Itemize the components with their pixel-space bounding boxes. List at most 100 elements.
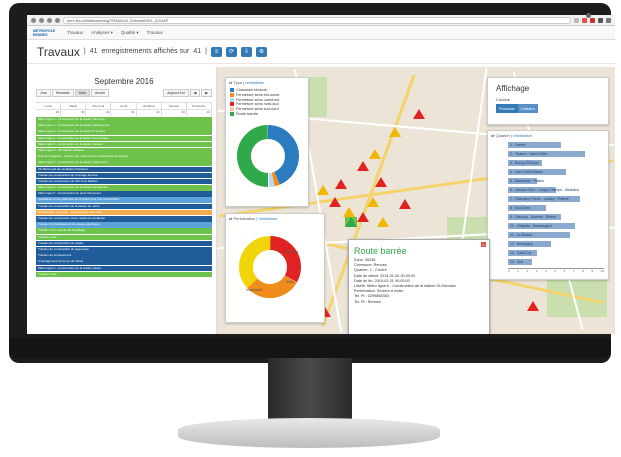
calendar-event[interactable]: Travaux de construction de l'ouvrage ann… — [36, 172, 212, 179]
panel-title: Perturbation — [233, 216, 256, 221]
calendar-event[interactable]: Aménagement de la rue de l'Alma — [36, 259, 212, 265]
quartier-bar[interactable]: 8 - Sud-Gare — [492, 205, 604, 213]
date-cell[interactable]: 30 — [61, 110, 87, 116]
download-button[interactable]: ⇩ — [240, 46, 252, 57]
quartier-bar[interactable]: 1 - Centre — [492, 142, 604, 150]
popup-line: Tel. Pr.: Rennes — [354, 299, 381, 304]
calendar-event[interactable]: Métro ligne b - Construction de la stati… — [36, 129, 212, 135]
calendar-event[interactable]: Travaux voirie — [36, 234, 212, 241]
calendar-event[interactable]: Métro ligne b - Construction de la stati… — [36, 117, 212, 123]
date-cell[interactable]: 01 — [111, 110, 137, 116]
reset-link[interactable]: réinitialiser — [259, 216, 278, 221]
calendar-event[interactable]: ZC Métro puit de ventilation Duhamel — [36, 166, 212, 173]
warning-pin-icon[interactable] — [413, 109, 425, 119]
nav-item[interactable]: Travaux — [67, 30, 83, 35]
quartier-bar[interactable]: 3 - Bourg-l'Évêque — [492, 160, 604, 168]
next-icon[interactable]: ▶ — [201, 89, 212, 97]
calendar-event[interactable]: Travaux de construction de logements — [36, 246, 212, 253]
date-cell[interactable]: 02 — [137, 110, 162, 116]
calendar-event[interactable]: Travaux de construction du PSI Gros Malh… — [36, 178, 212, 185]
date-cell[interactable]: 29 — [36, 110, 62, 116]
list-button[interactable]: ≡ — [210, 46, 222, 57]
quartier-bar[interactable]: 7 - Francisco Ferrer - Landry - Poterie — [492, 196, 604, 204]
perturbation-donut-chart[interactable]: moyenne importante faible — [226, 223, 326, 318]
nav-item[interactable]: Qualité ▾ — [121, 30, 139, 36]
view-day-button[interactable]: Jour — [36, 89, 51, 97]
reset-link[interactable]: réinitialiser — [513, 133, 532, 138]
date-cell[interactable]: 04 — [187, 110, 212, 116]
refresh-button[interactable]: ⟳ — [225, 46, 237, 57]
date-cell[interactable]: 03 — [162, 110, 187, 116]
star-icon[interactable] — [574, 17, 579, 23]
bar-label: 5 - Maurepas - Patton — [510, 179, 544, 183]
nav-item[interactable]: Travaux — [147, 30, 163, 35]
route-barree-pin-icon[interactable] — [345, 217, 357, 227]
calendar-event[interactable]: Travaux sur le réseau de chauffage — [36, 228, 212, 234]
lineaire-button[interactable]: Linéaire — [517, 104, 538, 113]
quartier-bar[interactable]: 9 - Cleunay - Arsenal - Redon — [492, 214, 604, 222]
extension-icon[interactable] — [582, 17, 587, 23]
reset-link[interactable]: réinitialiser — [245, 80, 264, 85]
extension-icon[interactable] — [590, 17, 595, 23]
extension-icon[interactable] — [598, 17, 603, 23]
reload-icon[interactable] — [47, 17, 52, 23]
warning-pin-icon[interactable] — [357, 161, 369, 171]
calendar-event[interactable]: Métro ligne b - Construction de la stati… — [36, 265, 212, 272]
ponctuel-button[interactable]: Ponctuel — [496, 104, 518, 113]
panel-title: Quartier — [495, 133, 510, 138]
calendar-event[interactable]: Rue de Fougères - Travaux de voirie pour… — [36, 154, 212, 160]
calendar-event[interactable]: Métro ligne b - Construction de la stati… — [36, 123, 212, 129]
warning-pin-icon[interactable] — [329, 197, 341, 207]
quartier-bar[interactable]: 4 - Nord-Saint-Martin — [492, 169, 604, 177]
prev-icon[interactable]: ◀ — [189, 89, 201, 97]
add-button[interactable]: ⊕ — [255, 46, 267, 57]
calendar-event[interactable]: Métro ligne b - ZC Station Atalante — [36, 147, 212, 154]
quartier-bar[interactable]: 5 - Maurepas - Patton — [492, 178, 604, 186]
warning-pin-icon[interactable] — [367, 197, 379, 207]
warning-pin-icon[interactable] — [343, 207, 355, 217]
type-donut-chart[interactable] — [226, 118, 310, 198]
home-icon[interactable] — [55, 17, 60, 23]
calendar-event[interactable]: Travaux de construction d'une résidence … — [36, 216, 212, 222]
back-icon[interactable] — [31, 17, 36, 23]
quartier-bar[interactable]: 11 - Le Blosne — [492, 232, 604, 240]
warning-pin-icon[interactable] — [389, 127, 401, 137]
view-year-button[interactable]: Année — [91, 89, 110, 97]
quartier-bar[interactable]: 13 - Saint-Cyr — [492, 250, 604, 258]
calendar-event[interactable]: Métro ligne b - Construction du puits Vi… — [36, 191, 212, 197]
view-week-button[interactable]: Semaine — [51, 89, 74, 97]
warning-pin-icon[interactable] — [369, 149, 381, 159]
quartier-bar[interactable]: 12 - Bréquigny — [492, 241, 604, 249]
calendar-event[interactable]: Métro ligne b - Construction de la stati… — [36, 141, 212, 148]
calendar-event[interactable]: Métro ligne b - Construction de la stati… — [36, 185, 212, 191]
warning-pin-icon[interactable] — [317, 185, 329, 195]
warning-pin-icon[interactable] — [335, 179, 347, 189]
today-button[interactable]: Aujourd'hui — [163, 89, 189, 97]
quartier-bar[interactable]: 14 - Sud — [492, 259, 604, 267]
calendar-event[interactable]: Travaux voirie — [36, 271, 212, 278]
quartier-bar[interactable]: 10 - Villejean - Beauregard — [492, 223, 604, 231]
warning-pin-icon[interactable] — [375, 177, 387, 187]
calendar-event[interactable]: Travaux d'enfouissement du réseau électr… — [36, 222, 212, 228]
forward-icon[interactable] — [39, 17, 44, 23]
calendar-event[interactable]: Travaux de terrassement — [36, 253, 212, 259]
quartier-bar[interactable]: 6 - Jeanne d'Arc - Longs-Champs - Beauli… — [492, 187, 604, 195]
calendar-event[interactable]: Restauration d'un pont - aménagement de … — [36, 209, 212, 216]
calendar-event[interactable]: Travaux de construction du viaduc — [36, 240, 212, 247]
warning-pin-icon[interactable] — [377, 217, 389, 227]
calendar-event[interactable]: Métro ligne b - Construction de la stati… — [36, 160, 212, 166]
nav-item[interactable]: Analyses ▾ — [91, 30, 113, 36]
quartier-bar[interactable]: 2 - Thabor - Saint-Hélier — [492, 151, 604, 159]
calendar-event[interactable]: Installation d'une palissade de chantier… — [36, 197, 212, 204]
url-bar[interactable]: serv-tra.ch/sitimavie/sig/TRAVAUX_Extran… — [63, 16, 571, 24]
warning-pin-icon[interactable] — [527, 301, 539, 311]
legend-item[interactable]: Route barrée — [230, 111, 304, 117]
close-button[interactable]: × — [481, 242, 486, 247]
view-month-button[interactable]: Mois — [74, 89, 91, 97]
warning-pin-icon[interactable] — [357, 212, 369, 222]
calendar-event[interactable]: Travaux de construction de la station de… — [36, 203, 212, 210]
date-cell[interactable]: 31 — [86, 110, 112, 116]
warning-pin-icon[interactable] — [399, 199, 411, 209]
calendar-event[interactable]: Métro ligne b - Construction de la stati… — [36, 135, 212, 142]
menu-icon[interactable] — [606, 17, 611, 23]
